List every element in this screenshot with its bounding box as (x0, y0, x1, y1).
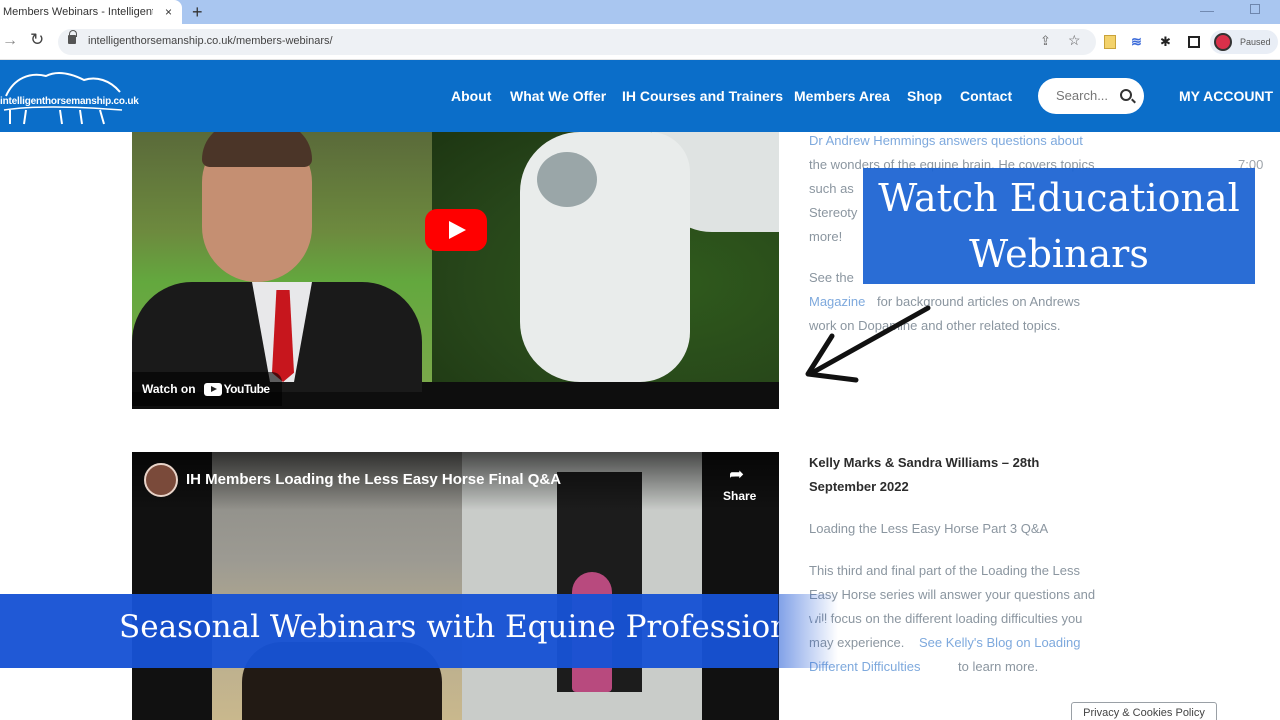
article2-p1: This third and final part of the Loading… (809, 563, 1081, 578)
bookmark-star-icon[interactable]: ☆ (1068, 32, 1081, 49)
youtube-logo: YouTube (203, 382, 271, 396)
tab-title: Members Webinars - Intelligent (3, 6, 153, 18)
kellys-blog-link[interactable]: See Kelly's Blog on Loading (919, 631, 1080, 655)
seasonal-webinars-text: Seasonal Webinars with Equine Profession… (119, 609, 835, 645)
channel-avatar[interactable] (144, 463, 178, 497)
site-logo[interactable]: intelligenthorsemanship.co.uk (0, 66, 139, 126)
nav-contact[interactable]: Contact (960, 88, 1012, 104)
profile-avatar (1214, 33, 1232, 51)
logo-text: intelligenthorsemanship.co.uk (0, 96, 139, 107)
my-account-link[interactable]: MY ACCOUNT (1179, 88, 1273, 104)
video-player-loading-qa[interactable]: IH Members Loading the Less Easy Horse F… (132, 452, 779, 720)
lock-icon (68, 30, 77, 44)
article1-line4: Stereoty (809, 205, 858, 220)
banner-line2: Webinars (969, 232, 1149, 276)
browser-tab-strip: Members Webinars - Intelligent × + — (0, 0, 1280, 24)
nav-about[interactable]: About (451, 88, 491, 104)
extension-audio-icon[interactable]: ≋ (1131, 34, 1142, 50)
article1-line5: more! (809, 229, 843, 244)
article2-subtitle: Loading the Less Easy Horse Part 3 Q&A (809, 521, 1049, 536)
banner-fade (778, 594, 838, 668)
article2-p2: Easy Horse series will answer your quest… (809, 587, 1096, 602)
url-text: intelligenthorsemanship.co.uk/members-we… (88, 35, 333, 47)
profile-button[interactable]: Paused (1210, 30, 1278, 54)
privacy-cookies-button[interactable]: Privacy & Cookies Policy (1071, 702, 1217, 720)
article1-line3: such as (809, 181, 854, 196)
browser-tab-active[interactable]: Members Webinars - Intelligent × (0, 0, 182, 24)
extension-notes-icon[interactable] (1104, 35, 1116, 49)
page-root: Members Webinars - Intelligent × + — → ↻… (0, 0, 1280, 720)
forward-arrow-icon[interactable]: → (2, 32, 18, 50)
article2-heading-line2: September 2022 (809, 479, 909, 494)
reload-icon[interactable]: ↻ (30, 30, 44, 50)
side-panel-icon[interactable] (1188, 36, 1200, 48)
share-page-icon[interactable]: ⇪ (1040, 33, 1051, 49)
article1-line1[interactable]: Dr Andrew Hemmings answers questions abo… (809, 129, 1083, 153)
search-input[interactable]: Search... (1038, 78, 1144, 114)
youtube-play-button[interactable] (425, 209, 487, 251)
video2-title[interactable]: IH Members Loading the Less Easy Horse F… (186, 471, 561, 488)
banner-line1: Watch Educational (878, 176, 1240, 220)
maximize-icon[interactable] (1250, 4, 1260, 14)
article2-heading-line1: Kelly Marks & Sandra Williams – 28th (809, 455, 1040, 470)
minimize-icon[interactable]: — (1200, 2, 1214, 18)
nav-what-we-offer[interactable]: What We Offer (510, 88, 606, 104)
site-header: intelligenthorsemanship.co.uk About What… (0, 60, 1280, 132)
youtube-wordmark: YouTube (223, 382, 271, 396)
watch-on-youtube-button[interactable]: Watch on YouTube (132, 372, 282, 406)
video2-title-bar: IH Members Loading the Less Easy Horse F… (132, 452, 779, 510)
presenter-hair (202, 132, 312, 167)
article2-p5: to learn more. (958, 659, 1039, 674)
article2-p3: will focus on the different loading diff… (809, 611, 1083, 626)
address-bar[interactable]: intelligenthorsemanship.co.uk/members-we… (58, 29, 1096, 55)
extensions-puzzle-icon[interactable]: ✱ (1160, 34, 1171, 50)
video-player-hemmings[interactable]: Watch on YouTube (132, 132, 779, 409)
search-icon[interactable] (1120, 89, 1132, 101)
search-placeholder: Search... (1056, 88, 1109, 103)
seasonal-webinars-banner: Seasonal Webinars with Equine Profession… (0, 594, 835, 668)
new-tab-icon[interactable]: + (192, 2, 203, 23)
browser-toolbar: → ↻ intelligenthorsemanship.co.uk/member… (0, 24, 1280, 60)
profile-status: Paused (1240, 37, 1271, 47)
horse-brain-shape (537, 152, 597, 207)
nav-shop[interactable]: Shop (907, 88, 942, 104)
close-icon[interactable]: × (165, 5, 172, 19)
share-label[interactable]: Share (723, 489, 756, 503)
share-arrow-icon[interactable]: ➦ (729, 464, 744, 485)
watch-on-label: Watch on (142, 382, 196, 396)
youtube-icon (203, 382, 222, 396)
pointer-arrow-icon (805, 305, 931, 383)
article1-see-prefix: See the (809, 270, 854, 285)
nav-members-area[interactable]: Members Area (794, 88, 890, 104)
nav-ih-courses[interactable]: IH Courses and Trainers (622, 88, 783, 104)
watch-webinars-banner: Watch Educational Webinars (863, 168, 1255, 284)
